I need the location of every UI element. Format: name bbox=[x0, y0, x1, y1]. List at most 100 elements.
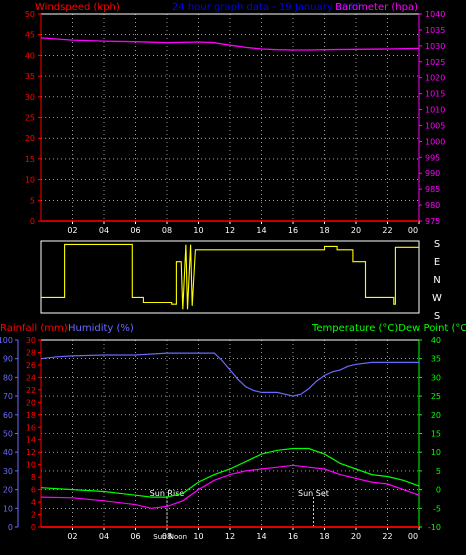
weather-24h-graph: 05101520253035404550 9759809859909951000… bbox=[0, 0, 466, 555]
x-tick-label: 18 bbox=[319, 226, 329, 235]
x-tick-label: 12 bbox=[225, 226, 235, 235]
rainfall-tick-label: 16 bbox=[26, 423, 36, 432]
rainfall-tick-label: 6 bbox=[31, 486, 36, 495]
barometer-axis-title: Barometer (hpa) bbox=[335, 2, 418, 13]
rainfall-tick-label: 4 bbox=[31, 498, 36, 507]
temperature-tick-label: 35 bbox=[431, 355, 441, 364]
x-tick-label: 06 bbox=[130, 532, 140, 541]
barometer-tick-label: 1025 bbox=[425, 58, 445, 67]
compass-label-e: E bbox=[434, 257, 440, 268]
x-tick-label: 20 bbox=[351, 532, 361, 541]
background bbox=[0, 0, 466, 555]
humidity-tick-label: 0 bbox=[8, 523, 13, 532]
rainfall-tick-label: 10 bbox=[26, 461, 36, 470]
temperature-tick-label: 5 bbox=[436, 467, 441, 476]
windspeed-tick-label: 5 bbox=[30, 196, 35, 205]
barometer-tick-label: 1040 bbox=[425, 10, 445, 19]
temperature-tick-label: -5 bbox=[433, 504, 441, 513]
x-tick-label: 02 bbox=[67, 532, 77, 541]
x-tick-label: 14 bbox=[256, 532, 266, 541]
x-tick-label: 04 bbox=[99, 532, 109, 541]
x-tick-label: 16 bbox=[288, 532, 298, 541]
barometer-tick-label: 1000 bbox=[425, 137, 445, 146]
barometer-tick-label: 990 bbox=[425, 169, 440, 178]
sun-set-label: Sun Set bbox=[298, 489, 329, 498]
humidity-axis-title: Humidity (%) bbox=[68, 323, 134, 334]
x-tick-label: 12 bbox=[225, 532, 235, 541]
temperature-tick-label: 40 bbox=[431, 336, 441, 345]
graph-title: 24 hour graph data - 19 January 2025 bbox=[172, 2, 361, 13]
windspeed-tick-label: 15 bbox=[25, 155, 35, 164]
temperature-tick-label: 25 bbox=[431, 392, 441, 401]
rainfall-tick-label: 30 bbox=[26, 336, 36, 345]
humidity-tick-label: 60 bbox=[3, 411, 13, 420]
x-tick-label: 10 bbox=[193, 226, 203, 235]
barometer-tick-label: 985 bbox=[425, 185, 440, 194]
windspeed-tick-label: 50 bbox=[25, 10, 35, 19]
compass-label-s: S bbox=[434, 239, 440, 250]
barometer-tick-label: 1005 bbox=[425, 121, 445, 130]
humidity-tick-label: 20 bbox=[3, 486, 13, 495]
humidity-tick-label: 70 bbox=[3, 392, 13, 401]
x-tick-label: 14 bbox=[256, 226, 266, 235]
rainfall-tick-label: 0 bbox=[31, 523, 36, 532]
windspeed-tick-label: 30 bbox=[25, 93, 35, 102]
humidity-tick-label: 50 bbox=[3, 430, 13, 439]
barometer-tick-label: 1020 bbox=[425, 74, 445, 83]
windspeed-tick-label: 45 bbox=[25, 31, 35, 40]
x-tick-label: 22 bbox=[382, 532, 392, 541]
rainfall-tick-label: 28 bbox=[26, 348, 36, 357]
barometer-tick-label: 975 bbox=[425, 217, 440, 226]
temperature-tick-label: 10 bbox=[431, 448, 441, 457]
rainfall-tick-label: 14 bbox=[26, 436, 36, 445]
x-tick-label: 08 bbox=[162, 226, 172, 235]
rainfall-tick-label: 20 bbox=[26, 398, 36, 407]
x-tick-label: 10 bbox=[193, 532, 203, 541]
barometer-tick-label: 995 bbox=[425, 153, 440, 162]
x-tick-label: 00 bbox=[408, 532, 418, 541]
windspeed-tick-label: 25 bbox=[25, 114, 35, 123]
barometer-tick-label: 1030 bbox=[425, 42, 445, 51]
rainfall-tick-label: 22 bbox=[26, 386, 36, 395]
x-tick-label: 16 bbox=[288, 226, 298, 235]
barometer-tick-label: 980 bbox=[425, 201, 440, 210]
temperature-tick-label: 20 bbox=[431, 411, 441, 420]
windspeed-axis-title: Windspeed (kph) bbox=[35, 2, 120, 13]
barometer-tick-label: 1010 bbox=[425, 106, 445, 115]
windspeed-tick-label: 35 bbox=[25, 72, 35, 81]
windspeed-tick-label: 0 bbox=[30, 217, 35, 226]
x-tick-label: 18 bbox=[319, 532, 329, 541]
humidity-tick-label: 40 bbox=[3, 448, 13, 457]
rainfall-tick-label: 8 bbox=[31, 473, 36, 482]
humidity-tick-label: 80 bbox=[3, 373, 13, 382]
x-tick-label: 20 bbox=[351, 226, 361, 235]
barometer-tick-label: 1035 bbox=[425, 26, 445, 35]
humidity-tick-label: 100 bbox=[0, 336, 13, 345]
rainfall-tick-label: 26 bbox=[26, 361, 36, 370]
x-tick-label: 00 bbox=[408, 226, 418, 235]
humidity-tick-label: 10 bbox=[3, 504, 13, 513]
temperature-dewpoint-axis-title: Temperature (°C)Dew Point (°C) bbox=[311, 323, 466, 334]
x-tick-label: 02 bbox=[67, 226, 77, 235]
temperature-tick-label: 30 bbox=[431, 373, 441, 382]
rainfall-tick-label: 12 bbox=[26, 448, 36, 457]
x-tick-label: 22 bbox=[382, 226, 392, 235]
x-tick-label: 04 bbox=[99, 226, 109, 235]
rainfall-tick-label: 24 bbox=[26, 373, 36, 382]
compass-label-w: W bbox=[432, 293, 442, 304]
barometer-tick-label: 1015 bbox=[425, 90, 445, 99]
rainfall-axis-title: Rainfall (mm) bbox=[0, 323, 68, 334]
x-tick-label: 06 bbox=[130, 226, 140, 235]
temperature-tick-label: 0 bbox=[436, 486, 441, 495]
humidity-tick-label: 30 bbox=[3, 467, 13, 476]
windspeed-tick-label: 10 bbox=[25, 176, 35, 185]
compass-label-n: N bbox=[433, 275, 440, 286]
compass-label-s: S bbox=[434, 311, 440, 322]
rainfall-tick-label: 2 bbox=[31, 511, 36, 520]
windspeed-tick-label: 20 bbox=[25, 134, 35, 143]
temperature-tick-label: 15 bbox=[431, 430, 441, 439]
sun-noon-label: Sun Noon bbox=[153, 533, 187, 541]
temperature-tick-label: -10 bbox=[428, 523, 441, 532]
humidity-tick-label: 90 bbox=[3, 355, 13, 364]
rainfall-tick-label: 18 bbox=[26, 411, 36, 420]
